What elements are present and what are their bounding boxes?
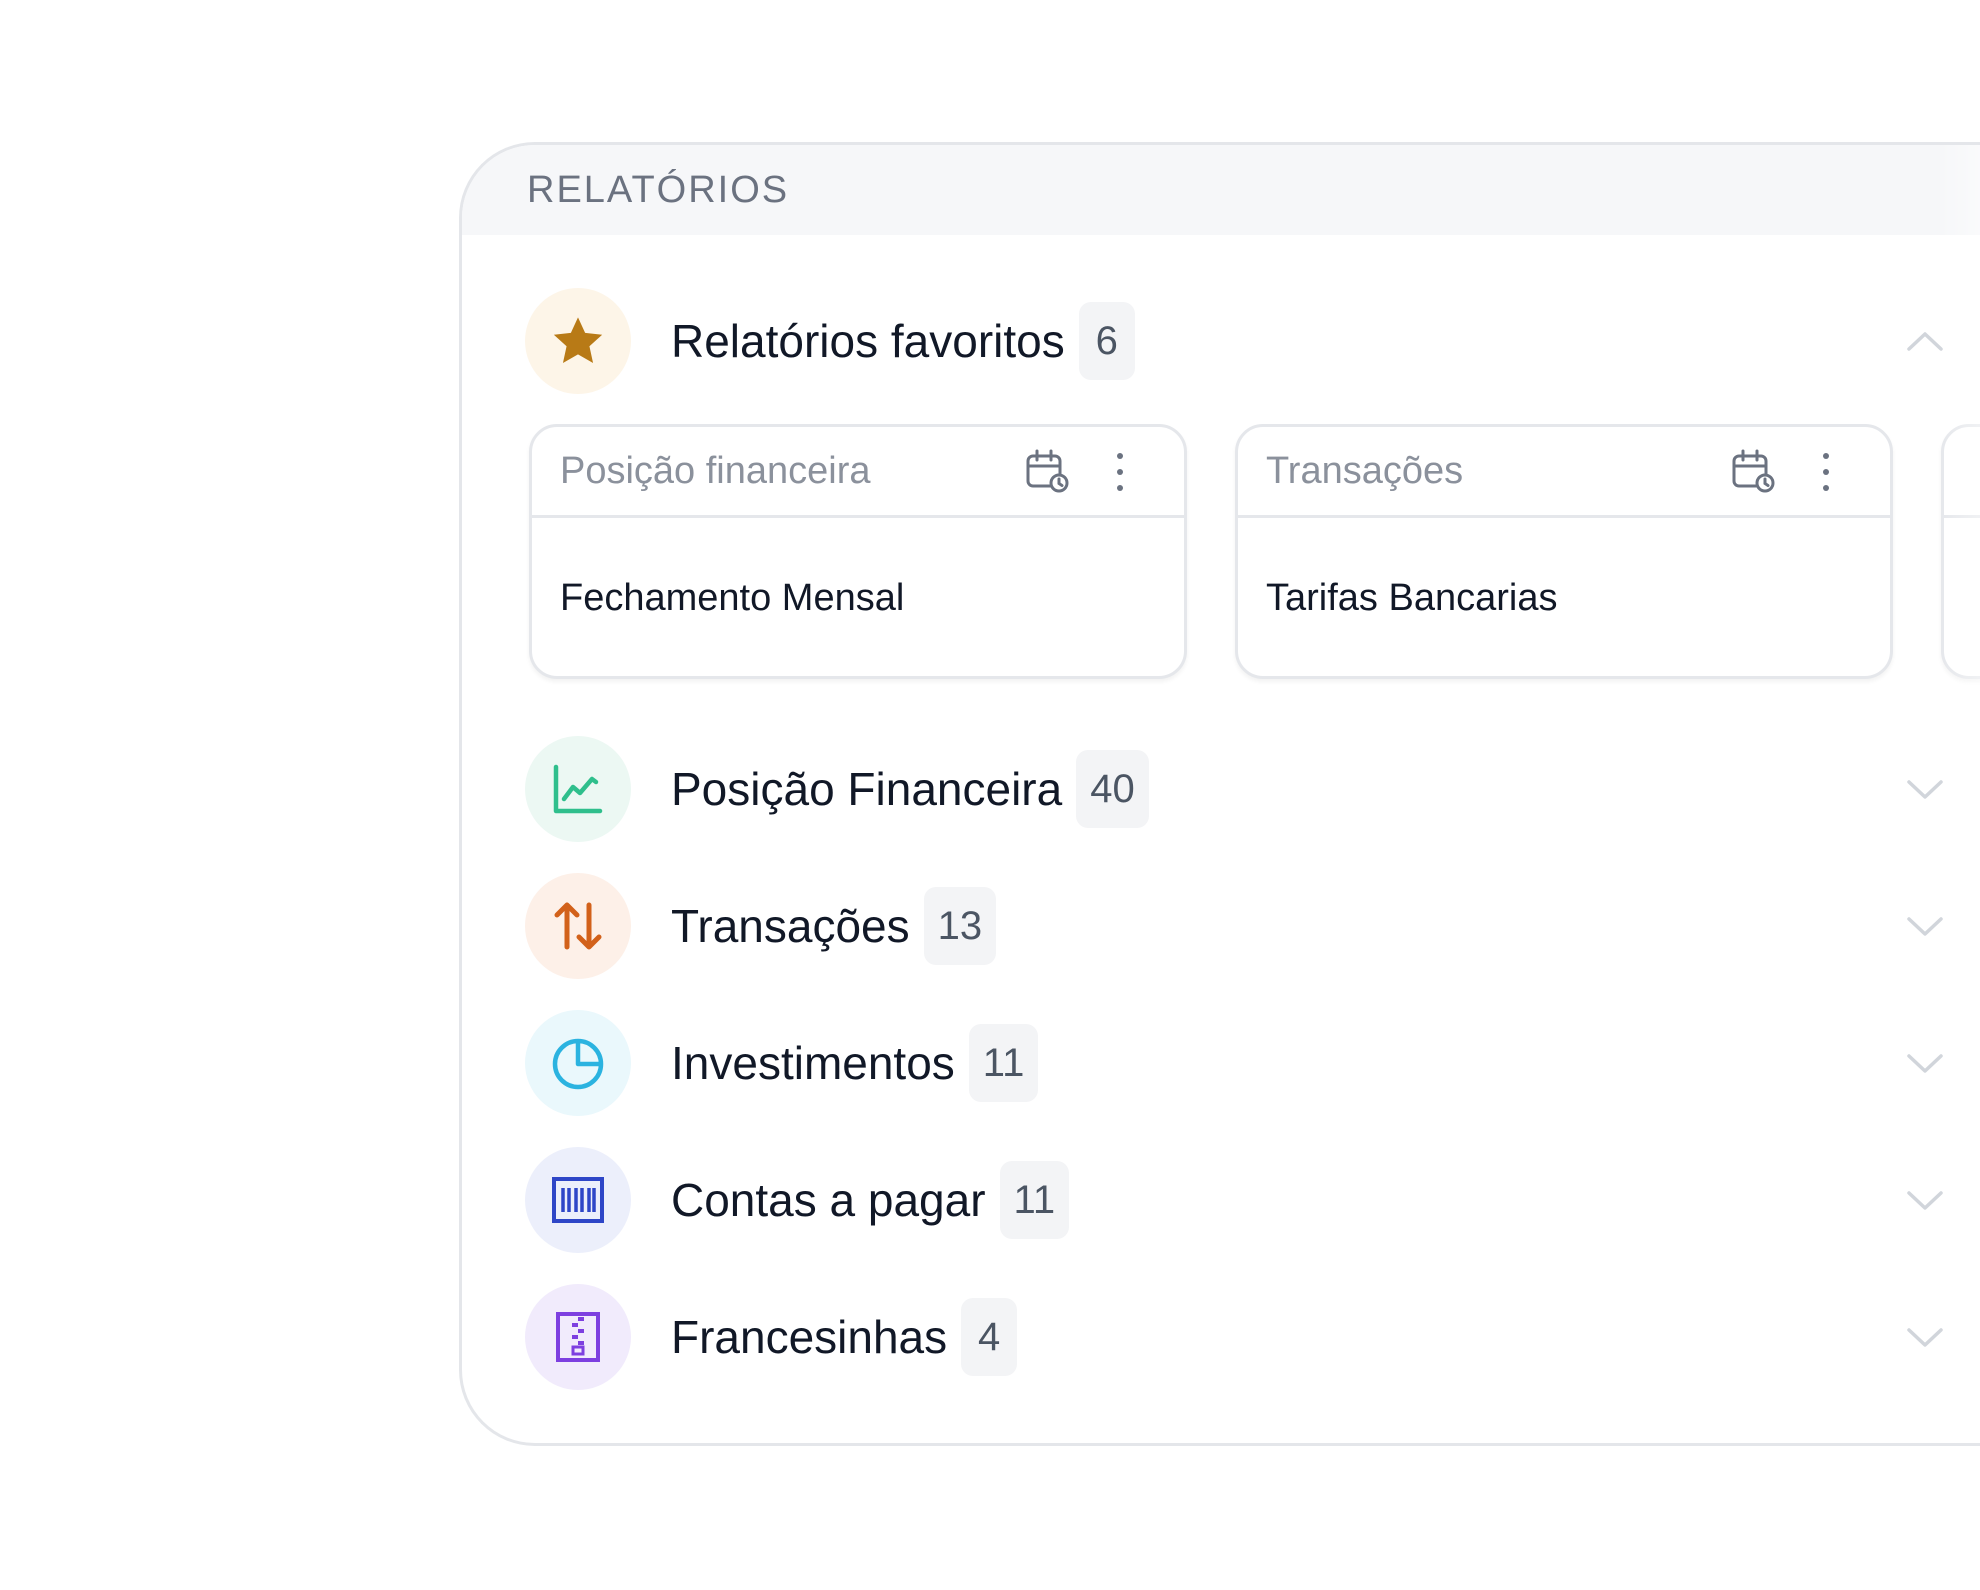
category-count: 11: [968, 1024, 1039, 1102]
category-row[interactable]: Contas a pagar 11: [525, 1147, 1945, 1253]
category-row[interactable]: Posição Financeira 40: [525, 736, 1945, 842]
category-label: Francesinhas: [671, 1311, 948, 1363]
calendar-clock-icon[interactable]: [1729, 447, 1777, 495]
chevron-down-icon[interactable]: [1905, 771, 1945, 807]
more-vertical-icon[interactable]: [1816, 449, 1836, 495]
category-count: 40: [1076, 750, 1149, 828]
favorite-report-card[interactable]: [1941, 424, 1980, 679]
category-label: Contas a pagar: [671, 1174, 986, 1226]
category-row[interactable]: Transações 13: [525, 873, 1945, 979]
category-row[interactable]: Francesinhas 4: [525, 1284, 1945, 1390]
category-label: Investimentos: [671, 1037, 955, 1089]
card-body: Fechamento Mensal: [532, 518, 1184, 676]
card-report-type: Posição financeira: [560, 449, 871, 492]
category-row-favorites[interactable]: Relatórios favoritos 6: [525, 288, 1945, 394]
favorite-report-card[interactable]: Posição financeira Fechamento Mensal: [529, 424, 1187, 679]
calendar-clock-icon[interactable]: [1023, 447, 1071, 495]
category-count: 11: [999, 1161, 1070, 1239]
line-chart-icon: [525, 736, 631, 842]
card-header: Transações: [1238, 427, 1890, 518]
chevron-down-icon[interactable]: [1905, 1182, 1945, 1218]
zip-file-icon: [525, 1284, 631, 1390]
favorite-report-card[interactable]: Transações Tarifas Bancarias: [1235, 424, 1893, 679]
card-body: [1944, 518, 1980, 676]
card-header: Posição financeira: [532, 427, 1184, 518]
card-report-name: Fechamento Mensal: [560, 577, 905, 619]
category-count: 4: [961, 1298, 1018, 1376]
right-edge-fade: [1939, 145, 1980, 1443]
chevron-down-icon[interactable]: [1905, 1045, 1945, 1081]
panel-title: RELATÓRIOS: [527, 168, 790, 211]
barcode-icon: [525, 1147, 631, 1253]
card-body: Tarifas Bancarias: [1238, 518, 1890, 676]
card-report-type: Transações: [1266, 449, 1464, 492]
chevron-up-icon[interactable]: [1905, 323, 1945, 359]
category-label: Posição Financeira: [671, 763, 1063, 815]
chevron-down-icon[interactable]: [1905, 908, 1945, 944]
category-count: 13: [923, 887, 997, 965]
arrows-up-down-icon: [525, 873, 631, 979]
category-count: 6: [1078, 302, 1135, 380]
category-row[interactable]: Investimentos 11: [525, 1010, 1945, 1116]
panel-header: RELATÓRIOS: [462, 145, 1980, 235]
card-report-name: Tarifas Bancarias: [1266, 577, 1558, 619]
card-header: [1944, 427, 1980, 518]
chevron-down-icon[interactable]: [1905, 1319, 1945, 1355]
more-vertical-icon[interactable]: [1110, 449, 1130, 495]
category-label: Transações: [671, 900, 910, 952]
reports-panel: RELATÓRIOS Relatórios favoritos 6 Posiçã…: [459, 142, 1980, 1446]
star-icon: [525, 288, 631, 394]
category-label: Relatórios favoritos: [671, 315, 1065, 367]
pie-chart-icon: [525, 1010, 631, 1116]
